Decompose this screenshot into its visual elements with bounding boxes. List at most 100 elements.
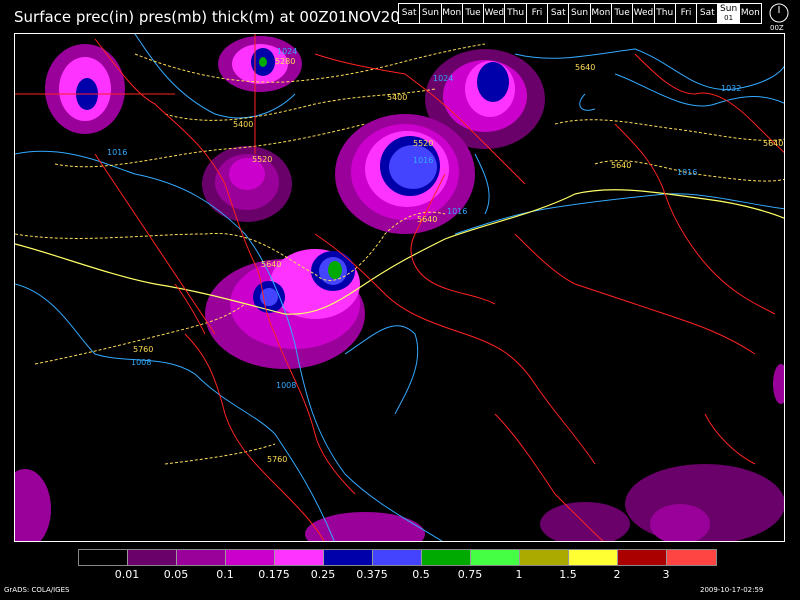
thickness-label: 5520 <box>252 155 272 164</box>
legend-tick-label: 0.375 <box>356 568 388 581</box>
isobar-line <box>474 153 490 215</box>
isobar-label: 1024 <box>277 47 297 56</box>
thickness-layer <box>15 43 784 465</box>
thickness-label: 5400 <box>387 93 407 102</box>
thickness-label: 5640 <box>261 260 281 269</box>
precip-area <box>477 62 509 102</box>
thickness-label: 5640 <box>763 139 783 148</box>
thickness-line <box>554 119 784 141</box>
day-selector[interactable]: Sat Sun Mon Tue Wed Thu Fri Sat Sun Mon Tue Wed Thu F… <box>398 3 763 24</box>
coastline <box>704 413 756 465</box>
day-label: Fri <box>680 8 692 18</box>
isobar-label: 1016 <box>677 168 697 177</box>
precip-legend <box>78 549 717 566</box>
thickness-label: 5640 <box>575 63 595 72</box>
isobar-label: 1016 <box>107 148 127 157</box>
legend-tick-label: 0.1 <box>216 568 234 581</box>
legend-swatch <box>569 550 618 565</box>
thickness-line <box>164 443 276 465</box>
legend-tick-label: 0.25 <box>310 568 336 581</box>
thickness-label: 5760 <box>267 455 287 464</box>
legend-swatch <box>177 550 226 565</box>
day-label: Tue <box>465 8 481 18</box>
thickness-label: 5640 <box>417 215 437 224</box>
coastline <box>614 123 776 315</box>
thickness-label: 5520 <box>413 139 433 148</box>
isobar-layer <box>15 34 784 541</box>
isobar-line <box>579 93 596 111</box>
isobar-line <box>614 73 784 107</box>
legend-swatch <box>324 550 373 565</box>
day-label: Fri <box>531 8 543 18</box>
day-label: Mon <box>442 8 462 18</box>
clock-time-label: 00Z <box>770 24 784 32</box>
day-label: Sat <box>401 8 417 18</box>
legend-swatch <box>79 550 128 565</box>
day-cell[interactable]: Sat <box>697 4 719 23</box>
isobar-label: 1032 <box>721 84 741 93</box>
day-label: Thu <box>656 8 674 18</box>
day-cell[interactable]: Sat <box>548 4 570 23</box>
footer-credit: GrADS: COLA/IGES <box>4 586 70 594</box>
legend-swatch <box>373 550 422 565</box>
precip-area <box>773 364 784 404</box>
day-cell[interactable]: Fri <box>526 4 549 23</box>
day-cell[interactable]: Tue <box>611 4 634 23</box>
map-title: Surface prec(in) pres(mb) thick(m) at 00… <box>14 8 419 26</box>
precip-area <box>389 145 437 189</box>
day-label: Sun <box>720 3 738 14</box>
coastline <box>314 233 596 465</box>
day-cell[interactable]: Thu <box>654 4 676 23</box>
legend-tick-label: 0.05 <box>163 568 189 581</box>
day-cell[interactable]: Sun <box>420 4 442 23</box>
precip-area <box>15 469 51 541</box>
legend-tick-label: 1.5 <box>559 568 577 581</box>
legend-tick-label: 0.75 <box>457 568 483 581</box>
day-label: Wed <box>633 8 654 18</box>
day-label: Sun <box>421 8 439 18</box>
isobar-label: 1008 <box>131 358 151 367</box>
legend-swatch <box>618 550 667 565</box>
day-sub-label: 01 <box>724 13 734 22</box>
legend-swatch <box>471 550 520 565</box>
legend-tick-label: 1 <box>515 568 523 581</box>
legend-swatch <box>667 550 716 565</box>
day-cell[interactable]: Mon <box>441 4 463 23</box>
coastline <box>174 283 206 335</box>
day-cell[interactable]: Fri <box>675 4 698 23</box>
day-cell[interactable]: Tue <box>462 4 485 23</box>
day-cell[interactable]: Wed <box>633 4 655 23</box>
isobar-line <box>514 48 784 91</box>
day-cell[interactable]: Mon <box>739 4 762 23</box>
legend-tick-label: 2 <box>613 568 621 581</box>
thickness-label: 5280 <box>275 57 295 66</box>
day-cell[interactable]: Sun 01 <box>718 3 740 23</box>
day-label: Thu <box>507 8 525 18</box>
map-canvas: 1024 1024 1032 1016 1016 1016 1016 1008 … <box>15 34 784 541</box>
legend-tick-label: 0.01 <box>114 568 140 581</box>
day-label: Mon <box>591 8 611 18</box>
legend-swatch <box>275 550 324 565</box>
day-label: Sat <box>699 8 715 18</box>
coastline <box>514 233 756 355</box>
isobar-label: 1016 <box>413 156 433 165</box>
legend-tick-label: 3 <box>662 568 670 581</box>
thickness-label: 5640 <box>611 161 631 170</box>
day-cell[interactable]: Wed <box>484 4 506 23</box>
legend-tick-label: 0.175 <box>258 568 290 581</box>
day-cell[interactable]: Sat <box>399 4 421 23</box>
day-cell[interactable]: Sun <box>569 4 591 23</box>
day-label: Sat <box>550 8 566 18</box>
legend-swatch <box>226 550 275 565</box>
isobar-label: 1008 <box>276 381 296 390</box>
coastline-layer <box>15 34 784 541</box>
day-cell[interactable]: Thu <box>505 4 527 23</box>
precip-layer <box>15 36 784 541</box>
thickness-label: 5760 <box>133 345 153 354</box>
legend-swatch <box>422 550 471 565</box>
map-panel[interactable]: 1024 1024 1032 1016 1016 1016 1016 1008 … <box>14 33 785 542</box>
legend-swatch <box>128 550 177 565</box>
day-label: Wed <box>484 8 505 18</box>
day-cell[interactable]: Mon <box>590 4 612 23</box>
day-label: Tue <box>614 8 630 18</box>
